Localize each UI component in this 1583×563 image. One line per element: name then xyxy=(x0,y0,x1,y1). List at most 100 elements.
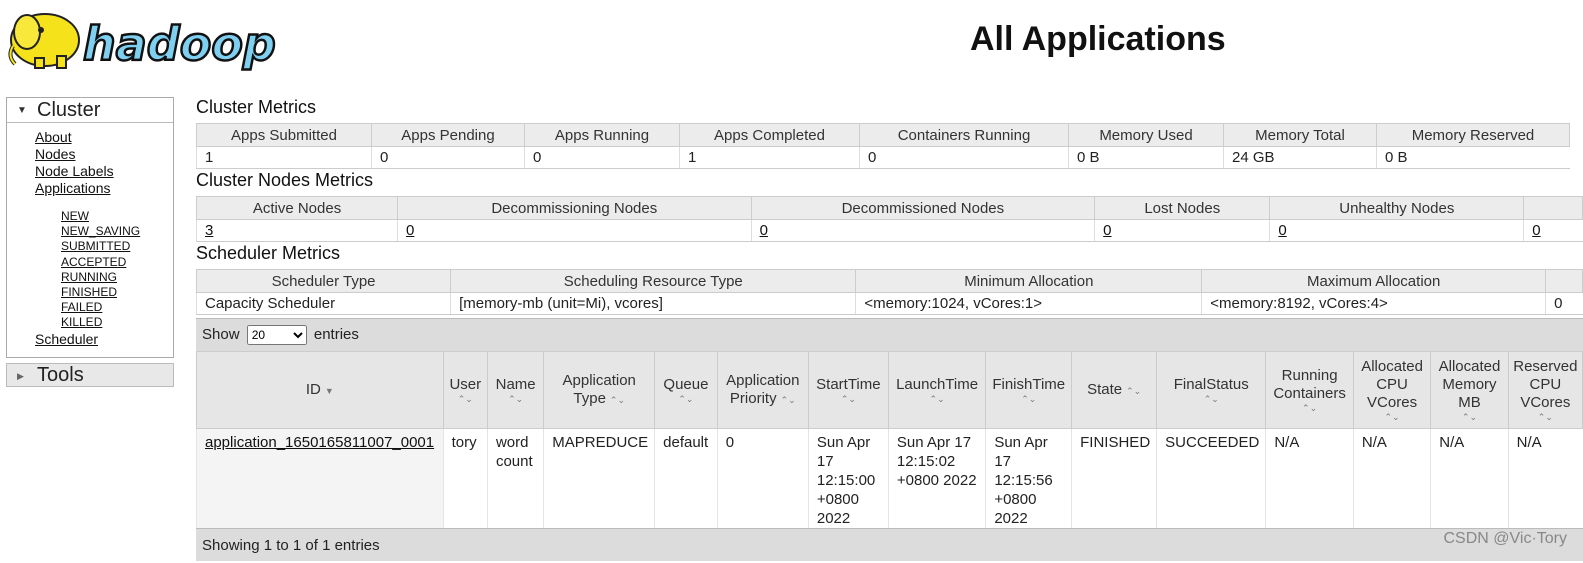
cell-name: word count xyxy=(486,428,544,528)
cluster-nav: ▼ Cluster About Nodes Node Labels Applica… xyxy=(6,97,174,358)
cell-queue: default xyxy=(654,428,718,528)
nodes-metrics-title: Cluster Nodes Metrics xyxy=(196,170,374,190)
column-header-state[interactable]: State ⌃⌄ xyxy=(1071,351,1158,429)
nav-link-about[interactable]: About xyxy=(35,129,173,146)
active-nodes-link[interactable]: 3 xyxy=(205,222,213,239)
column-header-application-type[interactable]: Application Type ⌃⌄ xyxy=(543,351,656,429)
cluster-label: Cluster xyxy=(37,99,101,121)
header-label: User xyxy=(449,376,482,393)
column-header: Memory Used xyxy=(1068,123,1224,147)
metric-value: 0 B xyxy=(1068,146,1224,169)
applications-table: ID ▼ User ⌃⌄ Name ⌃⌄ Application Type ⌃⌄ Que… xyxy=(196,351,1583,528)
column-header-launch-time[interactable]: LaunchTime ⌃⌄ xyxy=(887,351,987,429)
sort-icon: ⌃⌄ xyxy=(840,394,856,404)
nav-state-finished[interactable]: FINISHED xyxy=(61,285,173,300)
rebooted-nodes-link[interactable]: 0 xyxy=(1532,222,1540,239)
sort-icon: ⌃⌄ xyxy=(1302,403,1318,413)
cell-running-containers: N/A xyxy=(1265,428,1354,528)
sort-desc-icon: ▼ xyxy=(324,386,334,396)
nav-link-applications[interactable]: Applications xyxy=(35,180,173,197)
sort-icon: ⌃⌄ xyxy=(1126,386,1142,396)
header-label: FinalStatus xyxy=(1173,376,1249,393)
column-header: Active Nodes xyxy=(195,196,399,220)
table-info-footer: Showing 1 to 1 of 1 entries xyxy=(196,528,1583,561)
scheduler-metrics-title: Scheduler Metrics xyxy=(196,243,341,263)
column-header: Decommissioning Nodes xyxy=(397,196,752,220)
column-header-running-containers[interactable]: Running Containers ⌃⌄ xyxy=(1265,351,1354,429)
table-header-row: Scheduler Type Scheduling Resource Type … xyxy=(195,269,1583,293)
table-header-row: Active Nodes Decommissioning Nodes Decom… xyxy=(195,196,1583,220)
cell-application-type: MAPREDUCE xyxy=(543,428,655,528)
nav-link-nodes[interactable]: Nodes xyxy=(35,146,173,163)
header-label: Queue xyxy=(663,376,709,393)
column-header-name[interactable]: Name ⌃⌄ xyxy=(486,351,545,429)
column-header-start-time[interactable]: StartTime ⌃⌄ xyxy=(807,351,889,429)
nav-state-new-saving[interactable]: NEW_SAVING xyxy=(61,224,173,239)
nav-state-new[interactable]: NEW xyxy=(61,209,173,224)
cell-allocated-memory-mb: N/A xyxy=(1430,428,1509,528)
column-header: Apps Completed xyxy=(679,123,860,147)
entries-label: entries xyxy=(313,326,359,343)
cell-start-time: Sun Apr 17 12:15:00 +0800 2022 xyxy=(807,428,889,528)
lost-nodes-link[interactable]: 0 xyxy=(1103,222,1111,239)
unhealthy-nodes-link[interactable]: 0 xyxy=(1278,222,1286,239)
elephant-icon xyxy=(8,13,80,69)
sort-icon: ⌃⌄ xyxy=(1203,394,1219,404)
column-header-allocated-cpu-vcores[interactable]: Allocated CPU VCores ⌃⌄ xyxy=(1352,351,1432,429)
column-header: Lost Nodes xyxy=(1094,196,1271,220)
column-header-finish-time[interactable]: FinishTime ⌃⌄ xyxy=(985,351,1073,429)
cell-finish-time: Sun Apr 17 12:15:56 +0800 2022 xyxy=(985,428,1072,528)
cell-reserved-cpu-vcores: N/A xyxy=(1507,428,1583,528)
cluster-toggle[interactable]: ▼ Cluster xyxy=(7,98,173,123)
column-header-id[interactable]: ID ▼ xyxy=(196,351,444,429)
column-header-user[interactable]: User ⌃⌄ xyxy=(442,351,488,429)
metric-value: 0 xyxy=(859,146,1069,169)
column-header-application-priority[interactable]: Application Priority ⌃⌄ xyxy=(716,351,809,429)
column-header-reserved-cpu-vcores[interactable]: Reserved CPU VCores ⌃⌄ xyxy=(1507,351,1583,429)
column-header: Containers Running xyxy=(859,123,1069,147)
scheduler-metrics-table: Scheduler Type Scheduling Resource Type … xyxy=(195,269,1583,315)
column-header-queue[interactable]: Queue ⌃⌄ xyxy=(654,351,718,429)
page-size-select[interactable]: 20 xyxy=(246,325,307,345)
column-header: Scheduling Resource Type xyxy=(450,269,857,293)
minimum-allocation: <memory:1024, vCores:1> xyxy=(855,292,1202,315)
tools-toggle[interactable]: ▶ Tools xyxy=(6,363,174,387)
nav-link-scheduler[interactable]: Scheduler xyxy=(35,331,98,347)
column-header: Decommissioned Nodes xyxy=(750,196,1096,220)
metric-value: 0 xyxy=(524,146,680,169)
column-header-allocated-memory-mb[interactable]: Allocated Memory MB ⌃⌄ xyxy=(1430,351,1509,429)
metric-value: 1 xyxy=(196,146,372,169)
nav-link-node-labels[interactable]: Node Labels xyxy=(35,163,173,180)
column-header xyxy=(1545,269,1583,293)
nav-state-running[interactable]: RUNNING xyxy=(61,270,173,285)
cluster-metrics-title: Cluster Metrics xyxy=(196,97,317,117)
nav-state-accepted[interactable]: ACCEPTED xyxy=(61,255,173,270)
decommissioned-nodes-link[interactable]: 0 xyxy=(760,222,768,239)
header-label: ID xyxy=(305,381,321,398)
page-title: All Applications xyxy=(970,20,1226,58)
column-header: Scheduler Type xyxy=(195,269,452,293)
header-label: Reserved CPU VCores xyxy=(1513,358,1578,411)
sort-icon: ⌃⌄ xyxy=(1021,394,1037,404)
decommissioning-nodes-link[interactable]: 0 xyxy=(406,222,414,239)
show-label: Show xyxy=(202,326,240,343)
nav-state-failed[interactable]: FAILED xyxy=(61,300,173,315)
column-header: Apps Pending xyxy=(371,123,525,147)
triangle-down-icon: ▼ xyxy=(17,104,27,116)
nav-state-killed[interactable]: KILLED xyxy=(61,315,173,330)
column-header: Memory Reserved xyxy=(1376,123,1570,147)
triangle-right-icon: ▶ xyxy=(17,370,24,381)
header-label: Allocated CPU VCores xyxy=(1361,358,1423,411)
table-row: 1 0 0 1 0 0 B 24 GB 0 B xyxy=(196,146,1570,169)
table-header-row: Apps Submitted Apps Pending Apps Running… xyxy=(196,123,1570,147)
column-header: Apps Running xyxy=(524,123,680,147)
logo-text: hadoop xyxy=(83,17,276,71)
cell-application-priority: 0 xyxy=(716,428,809,528)
cell-user: tory xyxy=(442,428,488,528)
nav-state-submitted[interactable]: SUBMITTED xyxy=(61,239,173,254)
sort-icon: ⌃⌄ xyxy=(1461,412,1478,422)
column-header: Minimum Allocation xyxy=(855,269,1203,293)
application-id-link[interactable]: application_1650165811007_0001 xyxy=(205,434,434,451)
column-header-final-status[interactable]: FinalStatus ⌃⌄ xyxy=(1156,351,1267,429)
header-label: Running Containers xyxy=(1273,367,1346,402)
